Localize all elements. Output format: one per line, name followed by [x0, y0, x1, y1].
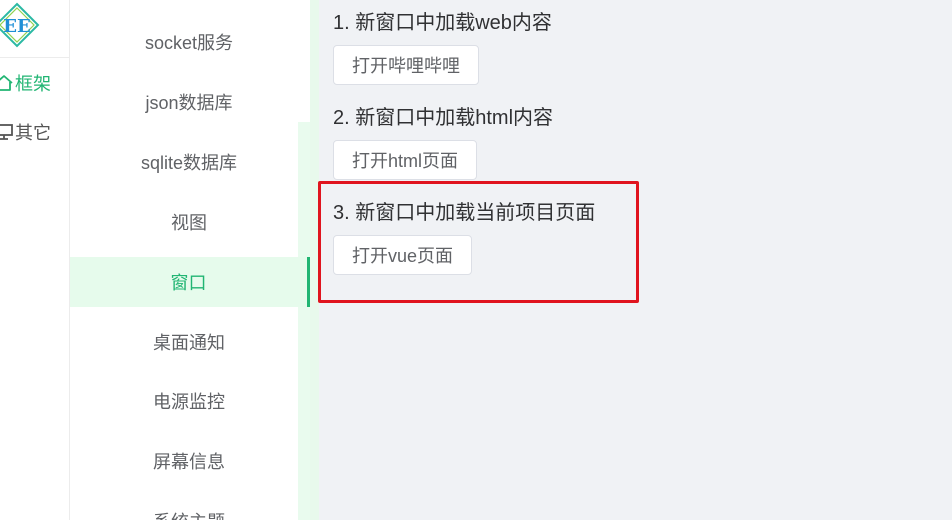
menu-item-power-monitor[interactable]: 电源监控 — [70, 376, 308, 426]
menu-item-view[interactable]: 视图 — [70, 197, 308, 247]
rail-item-framework[interactable]: 框架 — [0, 70, 51, 96]
rail-item-other[interactable]: 其它 — [0, 119, 51, 145]
rail-divider — [0, 57, 70, 58]
main-content: 1. 新窗口中加载web内容 打开哔哩哔哩 2. 新窗口中加载html内容 打开… — [310, 0, 952, 520]
rail-item-label: 框架 — [15, 74, 51, 94]
secondary-menu: socket服务 json数据库 sqlite数据库 视图 窗口 桌面通知 电源… — [70, 0, 310, 520]
app-logo: EE — [0, 2, 40, 48]
open-bilibili-button[interactable]: 打开哔哩哔哩 — [333, 45, 479, 85]
section-title-web: 1. 新窗口中加载web内容 — [333, 12, 552, 34]
menu-item-notification[interactable]: 桌面通知 — [70, 317, 308, 367]
section-title-project: 3. 新窗口中加载当前项目页面 — [333, 202, 596, 224]
open-vue-button[interactable]: 打开vue页面 — [333, 235, 473, 275]
menu-item-screen-info[interactable]: 屏幕信息 — [70, 436, 308, 486]
monitor-icon — [0, 123, 14, 141]
menu-item-sqlite-db[interactable]: sqlite数据库 — [70, 137, 308, 187]
menu-item-socket[interactable]: socket服务 — [70, 17, 308, 67]
menu-item-system-theme[interactable]: 系统主题 — [70, 496, 308, 520]
home-icon — [0, 74, 14, 92]
rail-item-label: 其它 — [15, 123, 51, 143]
open-html-button[interactable]: 打开html页面 — [333, 140, 478, 180]
logo-text: EE — [3, 16, 30, 37]
menu-item-json-db[interactable]: json数据库 — [70, 77, 308, 127]
section-title-html: 2. 新窗口中加载html内容 — [333, 107, 554, 129]
menu-item-window[interactable]: 窗口 — [70, 257, 310, 307]
app-rail: EE 框架 其它 — [0, 0, 70, 520]
